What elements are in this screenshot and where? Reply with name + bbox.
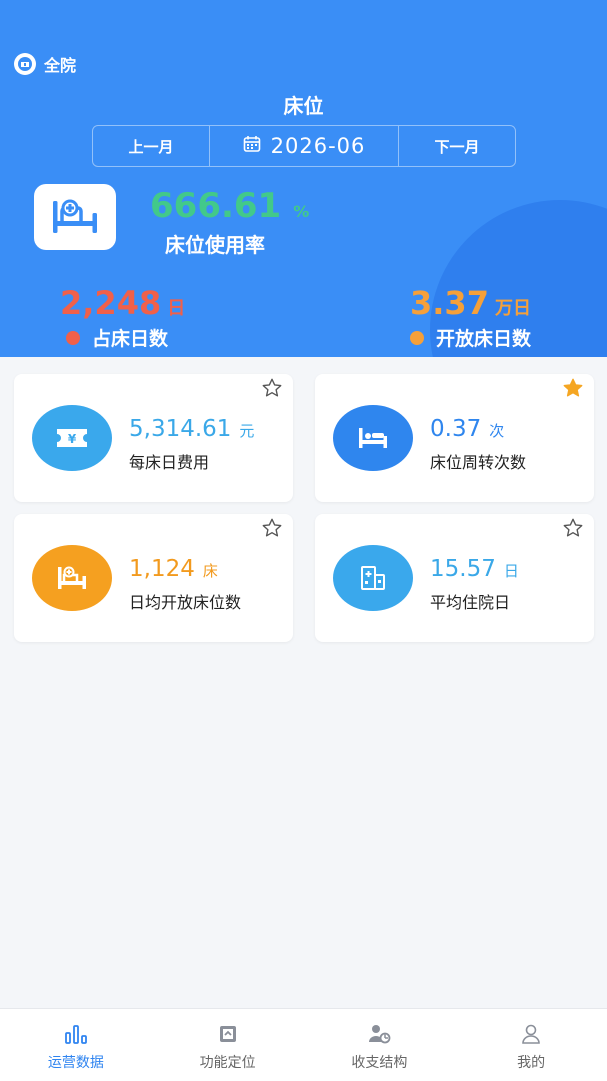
svg-text:¥: ¥ bbox=[68, 432, 77, 446]
building-icon bbox=[333, 545, 413, 611]
scope-selector[interactable]: 全院 bbox=[14, 52, 76, 76]
card-value: 1,124 bbox=[129, 556, 195, 582]
card-label: 每床日费用 bbox=[129, 453, 210, 472]
usage-rate-label: 床位使用率 bbox=[165, 233, 265, 257]
ticket-yuan-icon: ¥ bbox=[32, 405, 112, 471]
star-icon[interactable] bbox=[562, 517, 584, 543]
bed-turnover-icon bbox=[333, 405, 413, 471]
tab-income-expense[interactable]: 收支结构 bbox=[304, 1009, 456, 1081]
open-days-legend: 开放床日数 bbox=[410, 324, 531, 351]
usage-rate-unit: % bbox=[293, 202, 310, 221]
occupied-days: 2,248 日 bbox=[60, 284, 185, 322]
clipboard-icon bbox=[217, 1023, 239, 1049]
card-label: 日均开放床位数 bbox=[129, 593, 242, 612]
tab-function-positioning[interactable]: 功能定位 bbox=[152, 1009, 304, 1081]
card-avg-stay[interactable]: 15.57 日 平均住院日 bbox=[315, 514, 594, 642]
open-days: 3.37 万日 bbox=[410, 284, 531, 322]
card-value-row: 15.57 日 bbox=[430, 556, 519, 582]
hospital-icon bbox=[14, 53, 36, 75]
tab-label: 收支结构 bbox=[351, 1055, 408, 1071]
calendar-icon bbox=[243, 135, 261, 157]
orange-dot-icon bbox=[410, 330, 424, 345]
open-days-label: 开放床日数 bbox=[436, 328, 532, 350]
open-days-unit: 万日 bbox=[494, 298, 531, 319]
bed-icon bbox=[34, 184, 116, 250]
open-days-value: 3.37 bbox=[410, 284, 489, 322]
tab-label: 运营数据 bbox=[47, 1055, 104, 1071]
star-icon[interactable] bbox=[261, 517, 283, 543]
header-banner: 全院 床位 上一月 2026-06 下一月 666.61 % 床位使用率 2,2… bbox=[0, 0, 607, 357]
tab-label: 我的 bbox=[517, 1055, 546, 1071]
occupied-days-legend: 占床日数 bbox=[66, 324, 168, 351]
occupied-days-value: 2,248 bbox=[60, 284, 162, 322]
month-switcher: 上一月 2026-06 下一月 bbox=[92, 125, 516, 167]
card-bed-turnover[interactable]: 0.37 次 床位周转次数 bbox=[315, 374, 594, 502]
person-icon bbox=[520, 1023, 542, 1049]
scope-label: 全院 bbox=[44, 56, 77, 75]
month-picker[interactable]: 2026-06 bbox=[209, 126, 399, 166]
card-label: 床位周转次数 bbox=[430, 453, 527, 472]
bottom-tab-bar: 运营数据 功能定位 收支结构 我的 bbox=[0, 1008, 607, 1081]
card-value-row: 5,314.61 元 bbox=[129, 416, 254, 442]
card-value: 0.37 bbox=[430, 416, 482, 442]
card-value: 15.57 bbox=[430, 556, 496, 582]
page-title: 床位 bbox=[283, 94, 324, 118]
bed-plus-icon bbox=[32, 545, 112, 611]
star-icon[interactable] bbox=[562, 377, 584, 403]
card-label: 平均住院日 bbox=[430, 593, 511, 612]
card-unit: 日 bbox=[503, 562, 519, 580]
prev-month-button[interactable]: 上一月 bbox=[93, 126, 209, 166]
usage-rate-value: 666.61 bbox=[150, 186, 282, 226]
red-dot-icon bbox=[66, 330, 80, 345]
card-unit: 元 bbox=[239, 422, 255, 440]
tab-label: 功能定位 bbox=[199, 1055, 256, 1071]
card-value-row: 0.37 次 bbox=[430, 416, 504, 442]
occupied-days-unit: 日 bbox=[167, 298, 186, 319]
card-bed-day-fee[interactable]: ¥ 5,314.61 元 每床日费用 bbox=[14, 374, 293, 502]
star-icon[interactable] bbox=[261, 377, 283, 403]
occupied-days-label: 占床日数 bbox=[92, 328, 169, 350]
card-unit: 次 bbox=[489, 422, 505, 440]
card-unit: 床 bbox=[202, 562, 218, 580]
next-month-button[interactable]: 下一月 bbox=[399, 126, 515, 166]
usage-rate: 666.61 % bbox=[150, 186, 309, 226]
card-avg-open-beds[interactable]: 1,124 床 日均开放床位数 bbox=[14, 514, 293, 642]
tab-operations-data[interactable]: 运营数据 bbox=[0, 1009, 152, 1081]
user-chart-icon bbox=[367, 1023, 391, 1049]
bar-chart-icon bbox=[63, 1023, 89, 1049]
card-value: 5,314.61 bbox=[129, 416, 232, 442]
month-value: 2026-06 bbox=[270, 134, 366, 158]
tab-mine[interactable]: 我的 bbox=[455, 1009, 607, 1081]
card-value-row: 1,124 床 bbox=[129, 556, 218, 582]
